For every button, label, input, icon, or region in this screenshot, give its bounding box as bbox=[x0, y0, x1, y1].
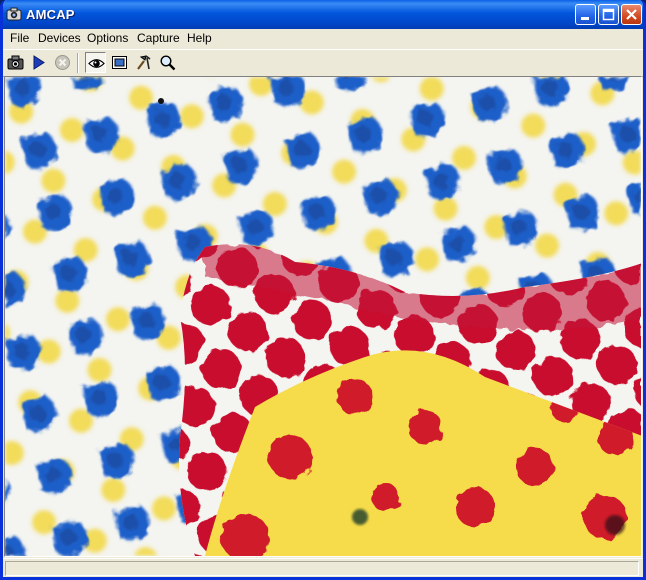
toolbar bbox=[3, 49, 643, 77]
menu-capture[interactable]: Capture bbox=[137, 31, 180, 45]
toolbar-separator bbox=[77, 53, 79, 73]
tools-button[interactable] bbox=[133, 52, 154, 73]
minimize-button[interactable] bbox=[575, 4, 596, 25]
menu-devices[interactable]: Devices bbox=[38, 31, 81, 45]
overlay-icon bbox=[112, 56, 127, 69]
play-button[interactable] bbox=[28, 52, 49, 73]
halftone-preview-image bbox=[5, 77, 641, 556]
maximize-button[interactable] bbox=[598, 4, 619, 25]
close-button[interactable] bbox=[621, 4, 642, 25]
menu-options[interactable]: Options bbox=[87, 31, 128, 45]
title-bar[interactable]: AMCAP bbox=[3, 0, 643, 29]
zoom-button[interactable] bbox=[157, 52, 178, 73]
stop-icon bbox=[55, 55, 70, 70]
tools-icon bbox=[137, 55, 151, 70]
status-bar bbox=[3, 558, 643, 577]
preview-button[interactable] bbox=[85, 52, 106, 73]
maximize-icon bbox=[602, 8, 615, 21]
minimize-icon bbox=[581, 17, 589, 20]
play-icon bbox=[33, 55, 45, 70]
camera-icon bbox=[6, 7, 22, 21]
menu-bar: File Devices Options Capture Help bbox=[3, 29, 643, 48]
stop-button[interactable] bbox=[52, 52, 73, 73]
snapshot-button[interactable] bbox=[5, 52, 26, 73]
menu-help[interactable]: Help bbox=[187, 31, 212, 45]
overlay-button[interactable] bbox=[109, 52, 130, 73]
zoom-icon bbox=[160, 55, 176, 71]
close-icon bbox=[626, 9, 637, 20]
preview-eye-icon bbox=[88, 59, 105, 68]
window-title: AMCAP bbox=[26, 7, 75, 22]
menu-file[interactable]: File bbox=[10, 31, 29, 45]
status-text bbox=[5, 561, 639, 576]
video-preview[interactable] bbox=[4, 76, 642, 557]
amcap-window: AMCAP File Devices Options Capture Help bbox=[0, 0, 646, 580]
camera-snapshot-icon bbox=[7, 55, 24, 70]
